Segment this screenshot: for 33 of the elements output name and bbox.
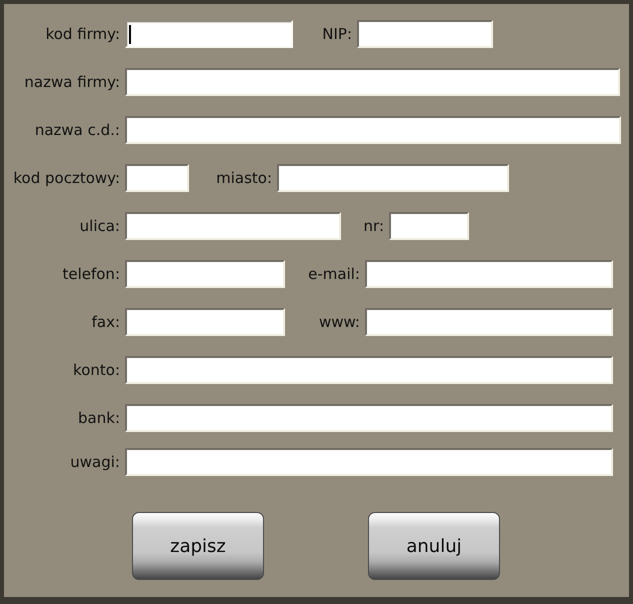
field-label: www:: [318, 313, 360, 331]
field-label: nazwa c.d.:: [34, 121, 120, 139]
field-label: nazwa firmy:: [24, 73, 120, 91]
input-field[interactable]: [125, 260, 285, 288]
field-label: uwagi:: [70, 453, 120, 471]
input-field[interactable]: [365, 260, 613, 288]
input-field[interactable]: [125, 212, 341, 240]
input-field[interactable]: [125, 68, 620, 96]
input-field[interactable]: [125, 308, 285, 336]
field-label: bank:: [78, 409, 120, 427]
field-label: ulica:: [80, 217, 120, 235]
input-field[interactable]: [389, 212, 469, 240]
field-label: telefon:: [62, 265, 120, 283]
input-field[interactable]: [125, 448, 613, 476]
input-field[interactable]: [125, 20, 293, 48]
input-field[interactable]: [277, 164, 509, 192]
field-label: e-mail:: [308, 265, 360, 283]
input-field[interactable]: [125, 404, 613, 432]
field-label: fax:: [92, 313, 120, 331]
text-cursor-icon: [129, 24, 131, 44]
field-label: kod pocztowy:: [13, 169, 120, 187]
input-field[interactable]: [357, 20, 493, 48]
field-label: miasto:: [216, 169, 272, 187]
input-field[interactable]: [125, 116, 621, 144]
input-field[interactable]: [125, 164, 189, 192]
field-label: NIP:: [322, 25, 352, 43]
field-label: konto:: [73, 361, 120, 379]
input-field[interactable]: [365, 308, 613, 336]
input-field[interactable]: [125, 356, 613, 384]
field-label: kod firmy:: [46, 25, 120, 43]
form-button[interactable]: anuluj: [368, 512, 500, 580]
field-label: nr:: [364, 217, 384, 235]
form-button[interactable]: zapisz: [132, 512, 264, 580]
